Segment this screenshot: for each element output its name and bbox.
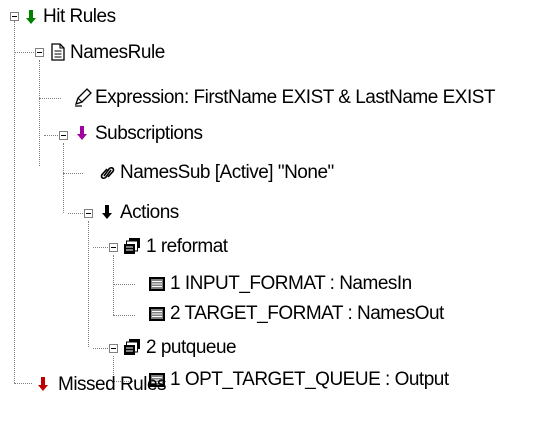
collapse-toggle-subscriptions[interactable] xyxy=(59,131,68,140)
tree-connector xyxy=(113,315,135,316)
tree-node-label: Subscriptions xyxy=(95,123,203,144)
tree-node-label: 1 INPUT_FORMAT : NamesIn xyxy=(170,273,412,294)
stack-icon xyxy=(124,238,140,254)
tree-node-label: Hit Rules xyxy=(43,6,116,27)
collapse-toggle-reformat[interactable] xyxy=(109,243,118,252)
tree-node-label: Missed Rules xyxy=(58,374,167,395)
field-icon xyxy=(149,307,165,321)
tree-connector xyxy=(88,221,89,347)
purple-arrow-icon xyxy=(77,126,87,140)
tree-node-label: 2 TARGET_FORMAT : NamesOut xyxy=(170,303,444,324)
tree-connector xyxy=(14,52,36,53)
tree-connector xyxy=(113,284,135,285)
green-arrow-icon xyxy=(26,10,36,24)
tree-connector xyxy=(14,21,15,383)
field-icon xyxy=(149,277,165,291)
tree-connector xyxy=(39,98,61,99)
tree-node-label: Expression: FirstName EXIST & LastName E… xyxy=(95,87,496,108)
pen-icon xyxy=(74,88,92,107)
collapse-toggle-putqueue[interactable] xyxy=(109,344,118,353)
black-arrow-icon xyxy=(102,205,112,219)
red-arrow-icon xyxy=(38,377,48,391)
stack-icon xyxy=(124,339,140,355)
collapse-toggle-names-rule[interactable] xyxy=(35,48,44,57)
tree-connector xyxy=(113,255,114,315)
link-icon xyxy=(100,166,115,180)
tree-connector xyxy=(39,60,40,166)
tree-node-label: 2 putqueue xyxy=(146,337,237,358)
tree-node-label: NamesRule xyxy=(70,42,165,63)
tree-node-label: NamesSub [Active] "None" xyxy=(120,162,334,183)
tree-connector xyxy=(93,348,110,349)
tree-connector xyxy=(44,135,60,136)
tree-node-label: 1 OPT_TARGET_QUEUE : Output xyxy=(170,369,449,390)
tree-connector xyxy=(63,173,83,174)
tree-connector xyxy=(68,213,85,214)
tree-node-label: Actions xyxy=(120,202,179,223)
tree-connector xyxy=(63,143,64,213)
tree-node-label: 1 reformat xyxy=(146,236,228,257)
document-icon xyxy=(51,43,65,61)
collapse-toggle-hit-rules[interactable] xyxy=(10,12,19,21)
tree-connector xyxy=(93,247,110,248)
tree-connector xyxy=(14,383,32,384)
rules-tree: Hit Rules NamesRule Expression: FirstNam… xyxy=(0,0,542,423)
collapse-toggle-actions[interactable] xyxy=(84,209,93,218)
